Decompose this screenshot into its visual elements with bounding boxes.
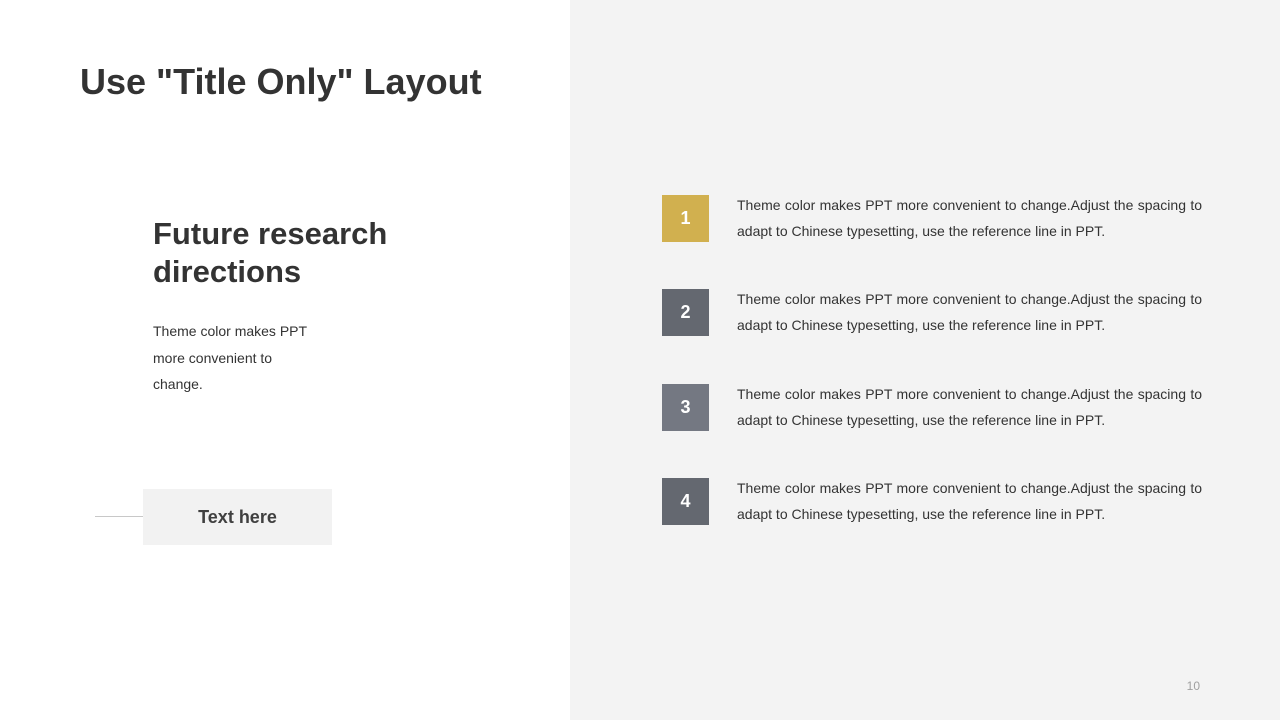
right-panel-background: [570, 0, 1280, 720]
section-body-text: Theme color makes PPT more convenient to…: [153, 323, 307, 392]
badge-number: 4: [680, 491, 691, 511]
list-item-text: Theme color makes PPT more convenient to…: [737, 197, 1202, 239]
section-heading: Future research directions: [153, 216, 388, 289]
list-item-4: 4 Theme color makes PPT more convenient …: [662, 478, 1202, 534]
number-badge-1: 1: [662, 195, 709, 242]
number-badge-3: 3: [662, 384, 709, 431]
page-number: 10: [1186, 679, 1200, 693]
slide-title: Use "Title Only" Layout: [80, 61, 482, 102]
list-item-1: 1 Theme color makes PPT more convenient …: [662, 195, 1202, 251]
list-item-2: 2 Theme color makes PPT more convenient …: [662, 289, 1202, 345]
number-badge-2: 2: [662, 289, 709, 336]
badge-number: 1: [680, 208, 691, 228]
text-here-box: Text here: [143, 489, 332, 545]
list-item-text: Theme color makes PPT more convenient to…: [737, 480, 1202, 522]
text-here-label: Text here: [198, 506, 277, 527]
list-item-text: Theme color makes PPT more convenient to…: [737, 386, 1202, 428]
badge-number: 3: [680, 397, 691, 417]
list-item-text: Theme color makes PPT more convenient to…: [737, 291, 1202, 333]
number-badge-4: 4: [662, 478, 709, 525]
list-item-3: 3 Theme color makes PPT more convenient …: [662, 384, 1202, 440]
badge-number: 2: [680, 302, 691, 322]
